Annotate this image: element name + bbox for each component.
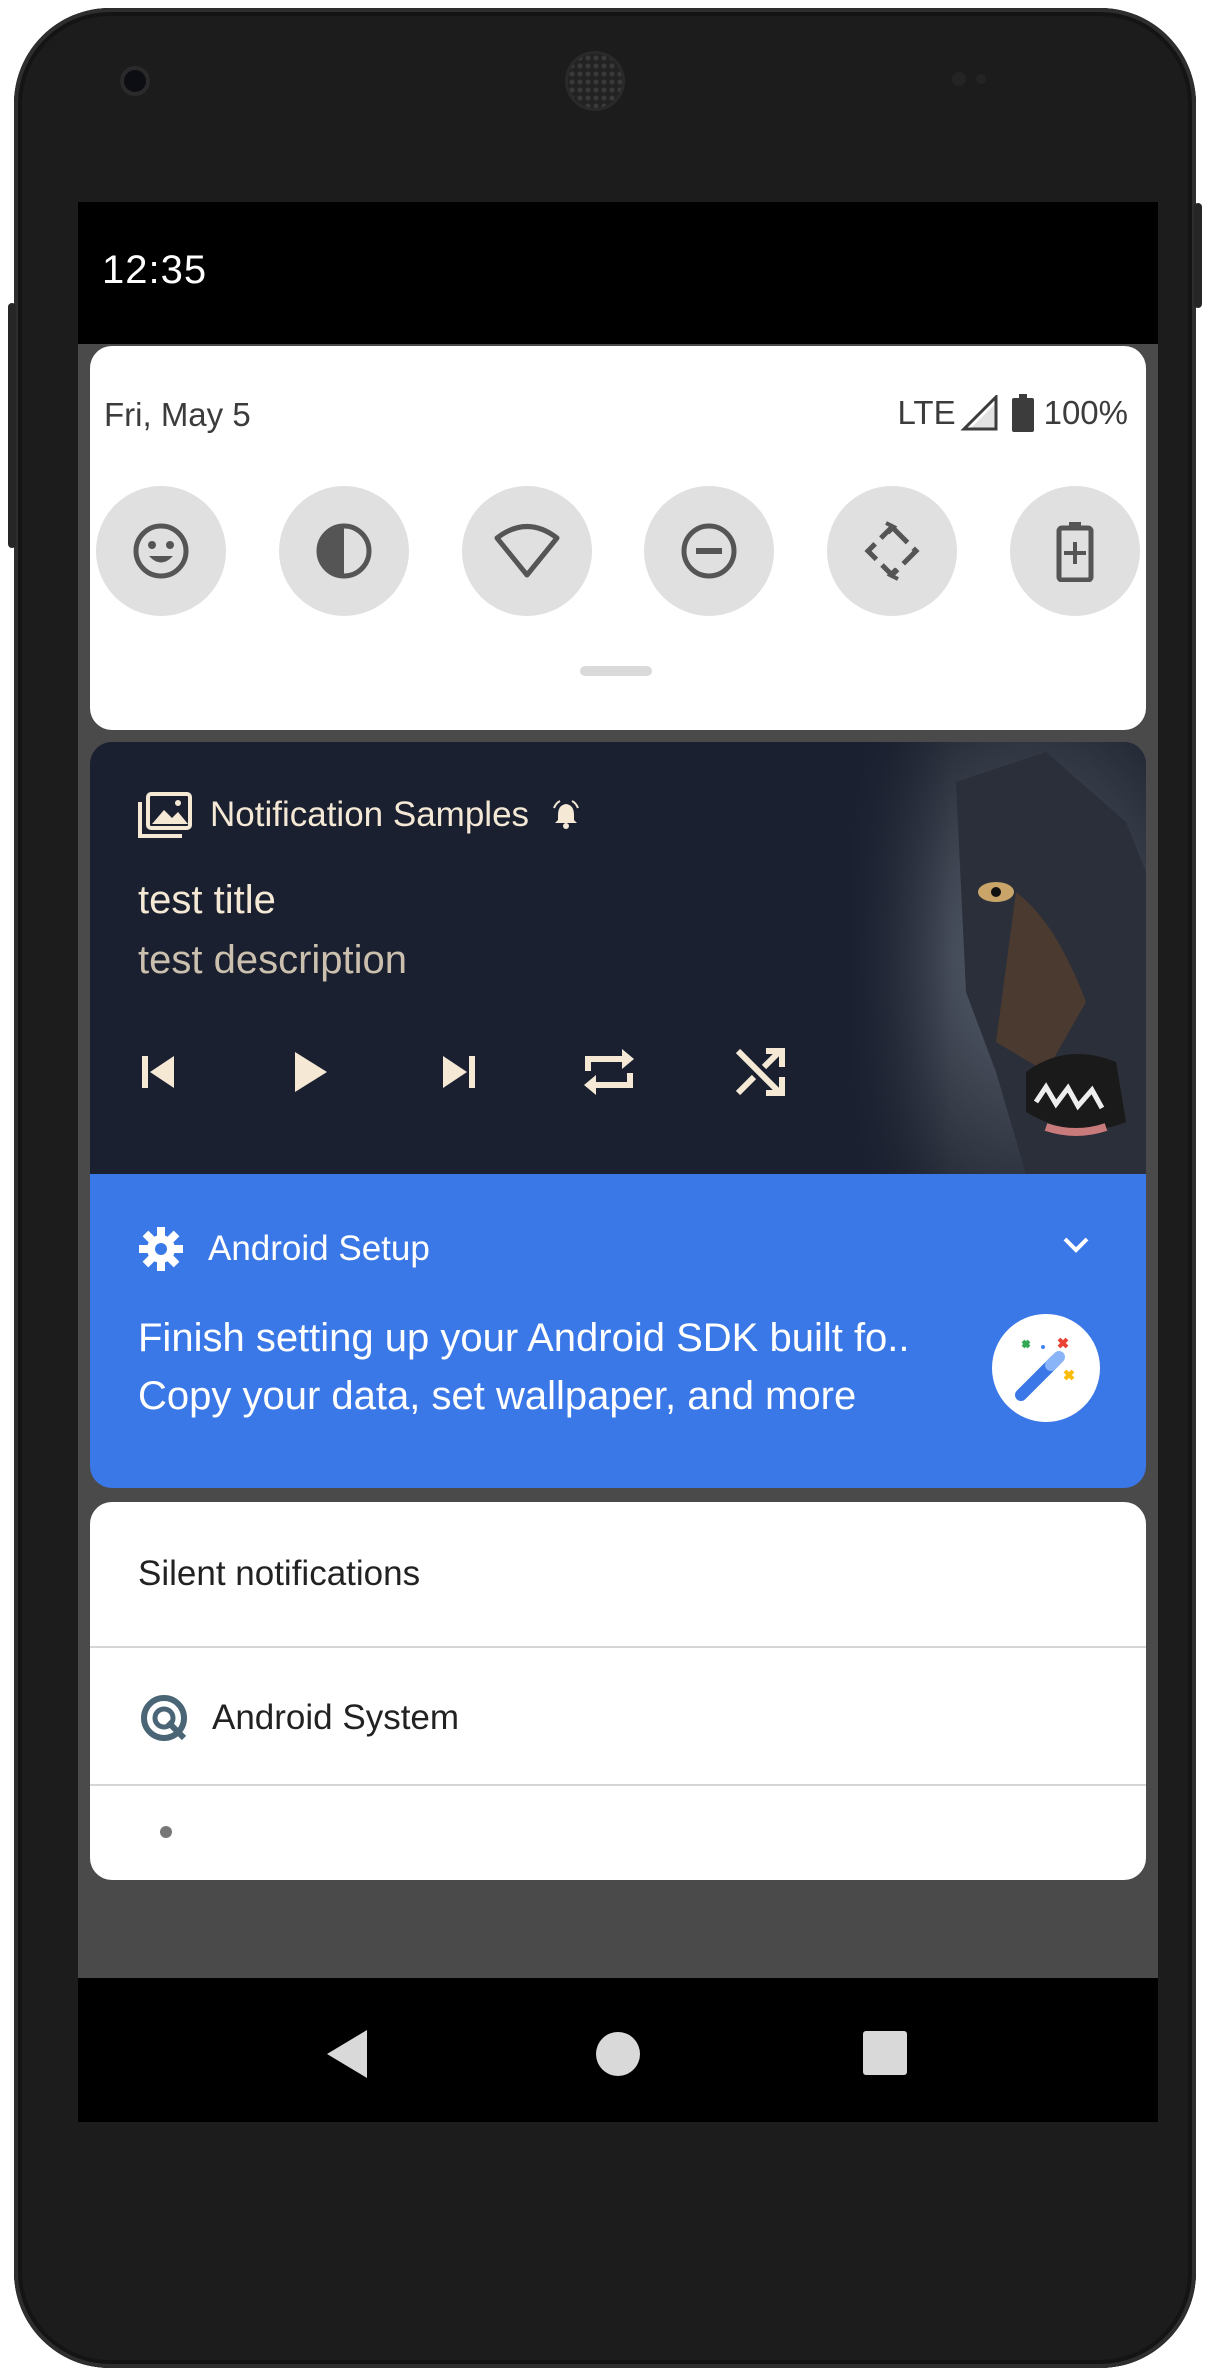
do-not-disturb-icon [681,523,737,579]
gallery-icon [138,792,192,838]
media-app-header: Notification Samples [138,792,581,838]
play-icon [295,1052,327,1092]
chevron-down-icon[interactable] [1062,1236,1090,1254]
gear-icon [139,1227,183,1271]
quick-settings-panel[interactable]: Fri, May 5 LTE 100% [90,346,1146,730]
earpiece-speaker [568,54,622,108]
media-title: test title [138,878,276,922]
status-icons: LTE 100% [898,394,1128,432]
do-not-disturb-tile[interactable] [644,486,775,616]
skip-previous-icon [142,1056,174,1088]
setup-line-2: Copy your data, set wallpaper, and more [138,1374,857,1418]
setup-notification[interactable]: Android Setup Finish setting up your And… [90,1174,1146,1488]
silent-notifications-section[interactable]: Silent notifications Android System [90,1502,1146,1880]
android-system-header[interactable]: Android System [138,1692,459,1744]
clock: 12:35 [102,248,208,292]
wifi-icon [494,524,560,578]
network-label: LTE [897,394,956,431]
repeat-icon [584,1049,634,1095]
section-divider [90,1646,1146,1648]
setup-wizard-badge [992,1314,1100,1422]
sensor [976,74,986,84]
setup-line-1: Finish setting up your Android SDK built… [138,1316,910,1360]
battery-saver-tile[interactable] [1009,486,1140,616]
status-bar: 12:35 [78,202,1158,344]
skip-next-icon [443,1056,475,1088]
repeat-button[interactable] [534,1032,684,1112]
power-button [1194,203,1202,308]
shuffle-button[interactable] [684,1032,834,1112]
wifi-tile[interactable] [461,486,592,616]
alert-bell-icon [553,800,579,829]
battery-saver-icon [1056,522,1094,582]
previous-button[interactable] [138,1032,234,1112]
sensor [952,72,966,86]
magic-wand-icon [1015,1337,1075,1401]
auto-rotate-icon [864,521,920,581]
media-description: test description [138,938,408,982]
android-system-icon [141,1695,187,1741]
volume-button [8,303,16,548]
bullet-dot [160,1826,172,1838]
setup-app-name: Android Setup [208,1229,430,1268]
album-art [846,742,1146,1174]
front-camera [124,70,146,92]
navigation-bar [78,1978,1158,2122]
contrast-icon [316,523,372,579]
media-app-name: Notification Samples [210,795,530,834]
media-controls [138,1032,834,1112]
next-button[interactable] [384,1032,534,1112]
emoji-icon [133,523,189,579]
auto-rotate-tile[interactable] [827,486,958,616]
signal-icon [959,395,998,431]
media-notification[interactable]: Notification Samples test title test des… [90,742,1146,1174]
emoji-tile[interactable] [96,486,226,616]
home-button-icon[interactable] [592,2028,644,2080]
android-system-name: Android System [212,1698,460,1737]
contrast-tile[interactable] [278,486,409,616]
section-divider [90,1784,1146,1786]
silent-section-header: Silent notifications [138,1554,421,1593]
battery-percent: 100% [1043,394,1128,431]
battery-icon [1011,394,1034,432]
drag-handle[interactable] [580,666,652,676]
setup-app-header: Android Setup [138,1226,430,1272]
shuffle-icon [735,1048,785,1096]
back-button-icon[interactable] [323,2028,371,2080]
date-label[interactable]: Fri, May 5 [104,396,251,434]
recents-button-icon[interactable] [860,2028,910,2078]
screen: 12:35 Fri, May 5 LTE 100% Notification S… [78,202,1158,2122]
quick-settings-tiles [96,486,1140,616]
play-button[interactable] [234,1032,384,1112]
phone-frame: 12:35 Fri, May 5 LTE 100% Notification S… [8,8,1202,2368]
